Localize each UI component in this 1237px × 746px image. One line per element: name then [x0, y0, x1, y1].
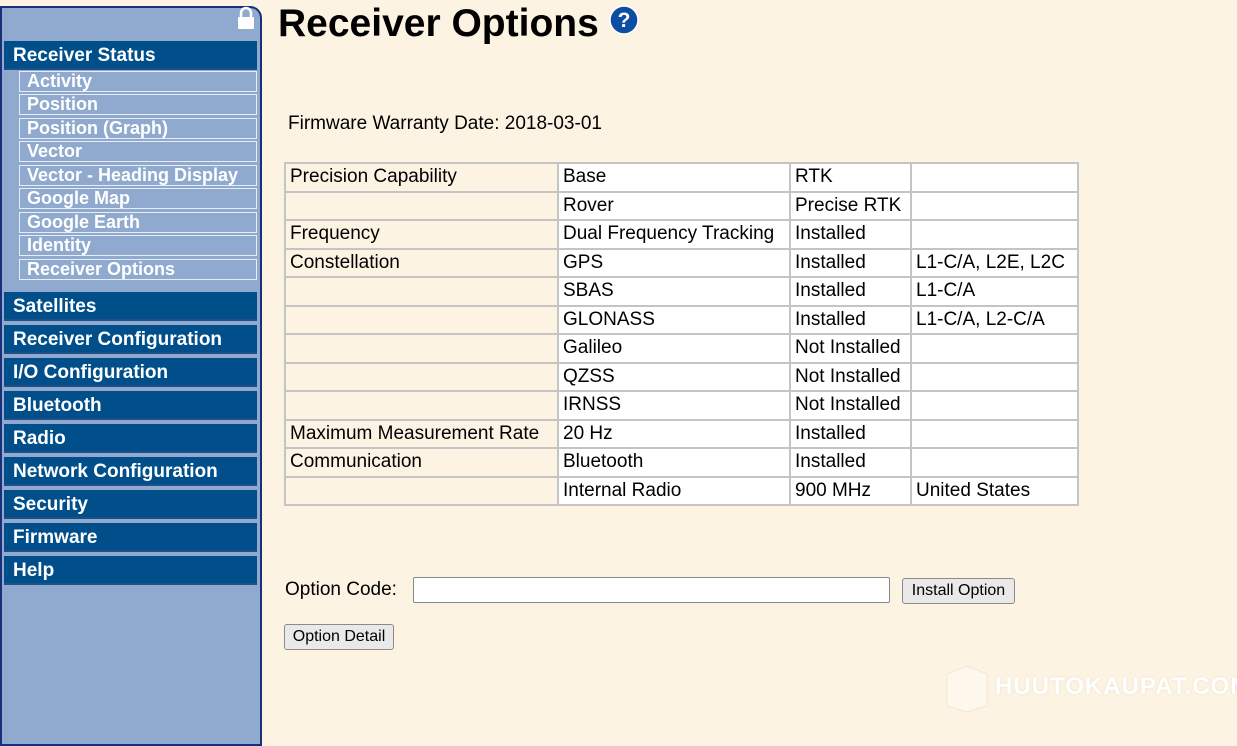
sidebar-item-google-map[interactable]: Google Map — [19, 188, 257, 209]
table-row: IRNSS Not Installed — [284, 390, 1079, 421]
table-cell: Installed — [789, 304, 912, 335]
table-row: Precision Capability Base RTK — [284, 162, 1079, 193]
table-cell: United States — [910, 475, 1079, 506]
table-cell: RTK — [789, 162, 912, 193]
table-cell — [284, 276, 559, 307]
table-cell: GPS — [557, 247, 791, 278]
sidebar-group-receiver-status[interactable]: Receiver Status — [4, 41, 257, 70]
sidebar-item-position-graph[interactable]: Position (Graph) — [19, 118, 257, 139]
table-cell: Maximum Measurement Rate — [284, 418, 559, 449]
table-row: Constellation GPS Installed L1-C/A, L2E, L2… — [284, 247, 1079, 278]
sidebar-group-security[interactable]: Security — [4, 490, 257, 519]
table-row: Maximum Measurement Rate 20 Hz Installed — [284, 418, 1079, 449]
table-cell: L1-C/A — [910, 276, 1079, 307]
table-cell: SBAS — [557, 276, 791, 307]
page-title: Receiver Options — [278, 2, 599, 45]
table-cell: Rover — [557, 190, 791, 221]
table-cell: Installed — [789, 418, 912, 449]
sidebar-item-position[interactable]: Position — [19, 94, 257, 115]
sidebar-group-firmware[interactable]: Firmware — [4, 523, 257, 552]
table-row: Galileo Not Installed — [284, 333, 1079, 364]
table-cell: Frequency — [284, 219, 559, 250]
sidebar-item-receiver-options[interactable]: Receiver Options — [19, 259, 257, 280]
sidebar-item-vector[interactable]: Vector — [19, 141, 257, 162]
sidebar-group-satellites[interactable]: Satellites — [4, 292, 257, 321]
sidebar-group-radio[interactable]: Radio — [4, 424, 257, 453]
table-cell — [284, 361, 559, 392]
option-detail-button[interactable]: Option Detail — [284, 624, 394, 650]
table-row: Communication Bluetooth Installed — [284, 447, 1079, 478]
table-cell: L1-C/A, L2-C/A — [910, 304, 1079, 335]
sidebar-item-google-earth[interactable]: Google Earth — [19, 212, 257, 233]
sidebar-item-activity[interactable]: Activity — [19, 71, 257, 92]
table-cell — [910, 418, 1079, 449]
lock-icon[interactable] — [237, 6, 255, 30]
table-cell: Not Installed — [789, 333, 912, 364]
sidebar-item-identity[interactable]: Identity — [19, 235, 257, 256]
table-cell — [910, 190, 1079, 221]
help-icon[interactable]: ? — [609, 5, 639, 35]
option-code-label: Option Code: — [285, 579, 397, 600]
watermark-text: HUUTOKAUPAT.COM — [995, 673, 1237, 700]
table-cell: Installed — [789, 247, 912, 278]
table-row: Internal Radio 900 MHz United States — [284, 475, 1079, 506]
table-cell: IRNSS — [557, 390, 791, 421]
table-cell: QZSS — [557, 361, 791, 392]
sidebar-group-receiver-configuration[interactable]: Receiver Configuration — [4, 325, 257, 354]
table-row: GLONASS Installed L1-C/A, L2-C/A — [284, 304, 1079, 335]
table-cell — [284, 304, 559, 335]
receiver-options-table: Precision Capability Base RTK Rover Precise … — [284, 162, 1079, 506]
table-cell: L1-C/A, L2E, L2C — [910, 247, 1079, 278]
table-cell: Dual Frequency Tracking — [557, 219, 791, 250]
table-cell: Base — [557, 162, 791, 193]
svg-text:?: ? — [618, 9, 631, 32]
table-cell: Communication — [284, 447, 559, 478]
firmware-warranty-date: Firmware Warranty Date: 2018-03-01 — [288, 113, 602, 134]
table-cell — [910, 333, 1079, 364]
table-cell: Installed — [789, 447, 912, 478]
sidebar-group-i-o-configuration[interactable]: I/O Configuration — [4, 358, 257, 387]
table-cell — [910, 361, 1079, 392]
table-cell: 20 Hz — [557, 418, 791, 449]
option-code-input[interactable] — [413, 577, 890, 603]
table-cell: GLONASS — [557, 304, 791, 335]
table-cell: Constellation — [284, 247, 559, 278]
sidebar-group-help[interactable]: Help — [4, 556, 257, 585]
table-cell — [910, 162, 1079, 193]
table-cell — [284, 190, 559, 221]
table-row: Frequency Dual Frequency Tracking Installe… — [284, 219, 1079, 250]
table-cell — [910, 219, 1079, 250]
table-cell — [910, 447, 1079, 478]
install-option-button[interactable]: Install Option — [902, 578, 1015, 604]
table-cell — [284, 475, 559, 506]
table-cell: Galileo — [557, 333, 791, 364]
table-cell: Installed — [789, 276, 912, 307]
table-cell: Precision Capability — [284, 162, 559, 193]
table-cell: Precise RTK — [789, 190, 912, 221]
table-cell: Installed — [789, 219, 912, 250]
table-cell: Not Installed — [789, 390, 912, 421]
table-cell: Bluetooth — [557, 447, 791, 478]
table-cell: Internal Radio — [557, 475, 791, 506]
table-row: Rover Precise RTK — [284, 190, 1079, 221]
table-cell — [284, 390, 559, 421]
sidebar-item-vector-heading-display[interactable]: Vector - Heading Display — [19, 165, 257, 186]
table-cell — [910, 390, 1079, 421]
table-cell: Not Installed — [789, 361, 912, 392]
table-row: QZSS Not Installed — [284, 361, 1079, 392]
table-cell: 900 MHz — [789, 475, 912, 506]
sidebar-group-network-configuration[interactable]: Network Configuration — [4, 457, 257, 486]
table-cell — [284, 333, 559, 364]
sidebar-group-bluetooth[interactable]: Bluetooth — [4, 391, 257, 420]
table-row: SBAS Installed L1-C/A — [284, 276, 1079, 307]
